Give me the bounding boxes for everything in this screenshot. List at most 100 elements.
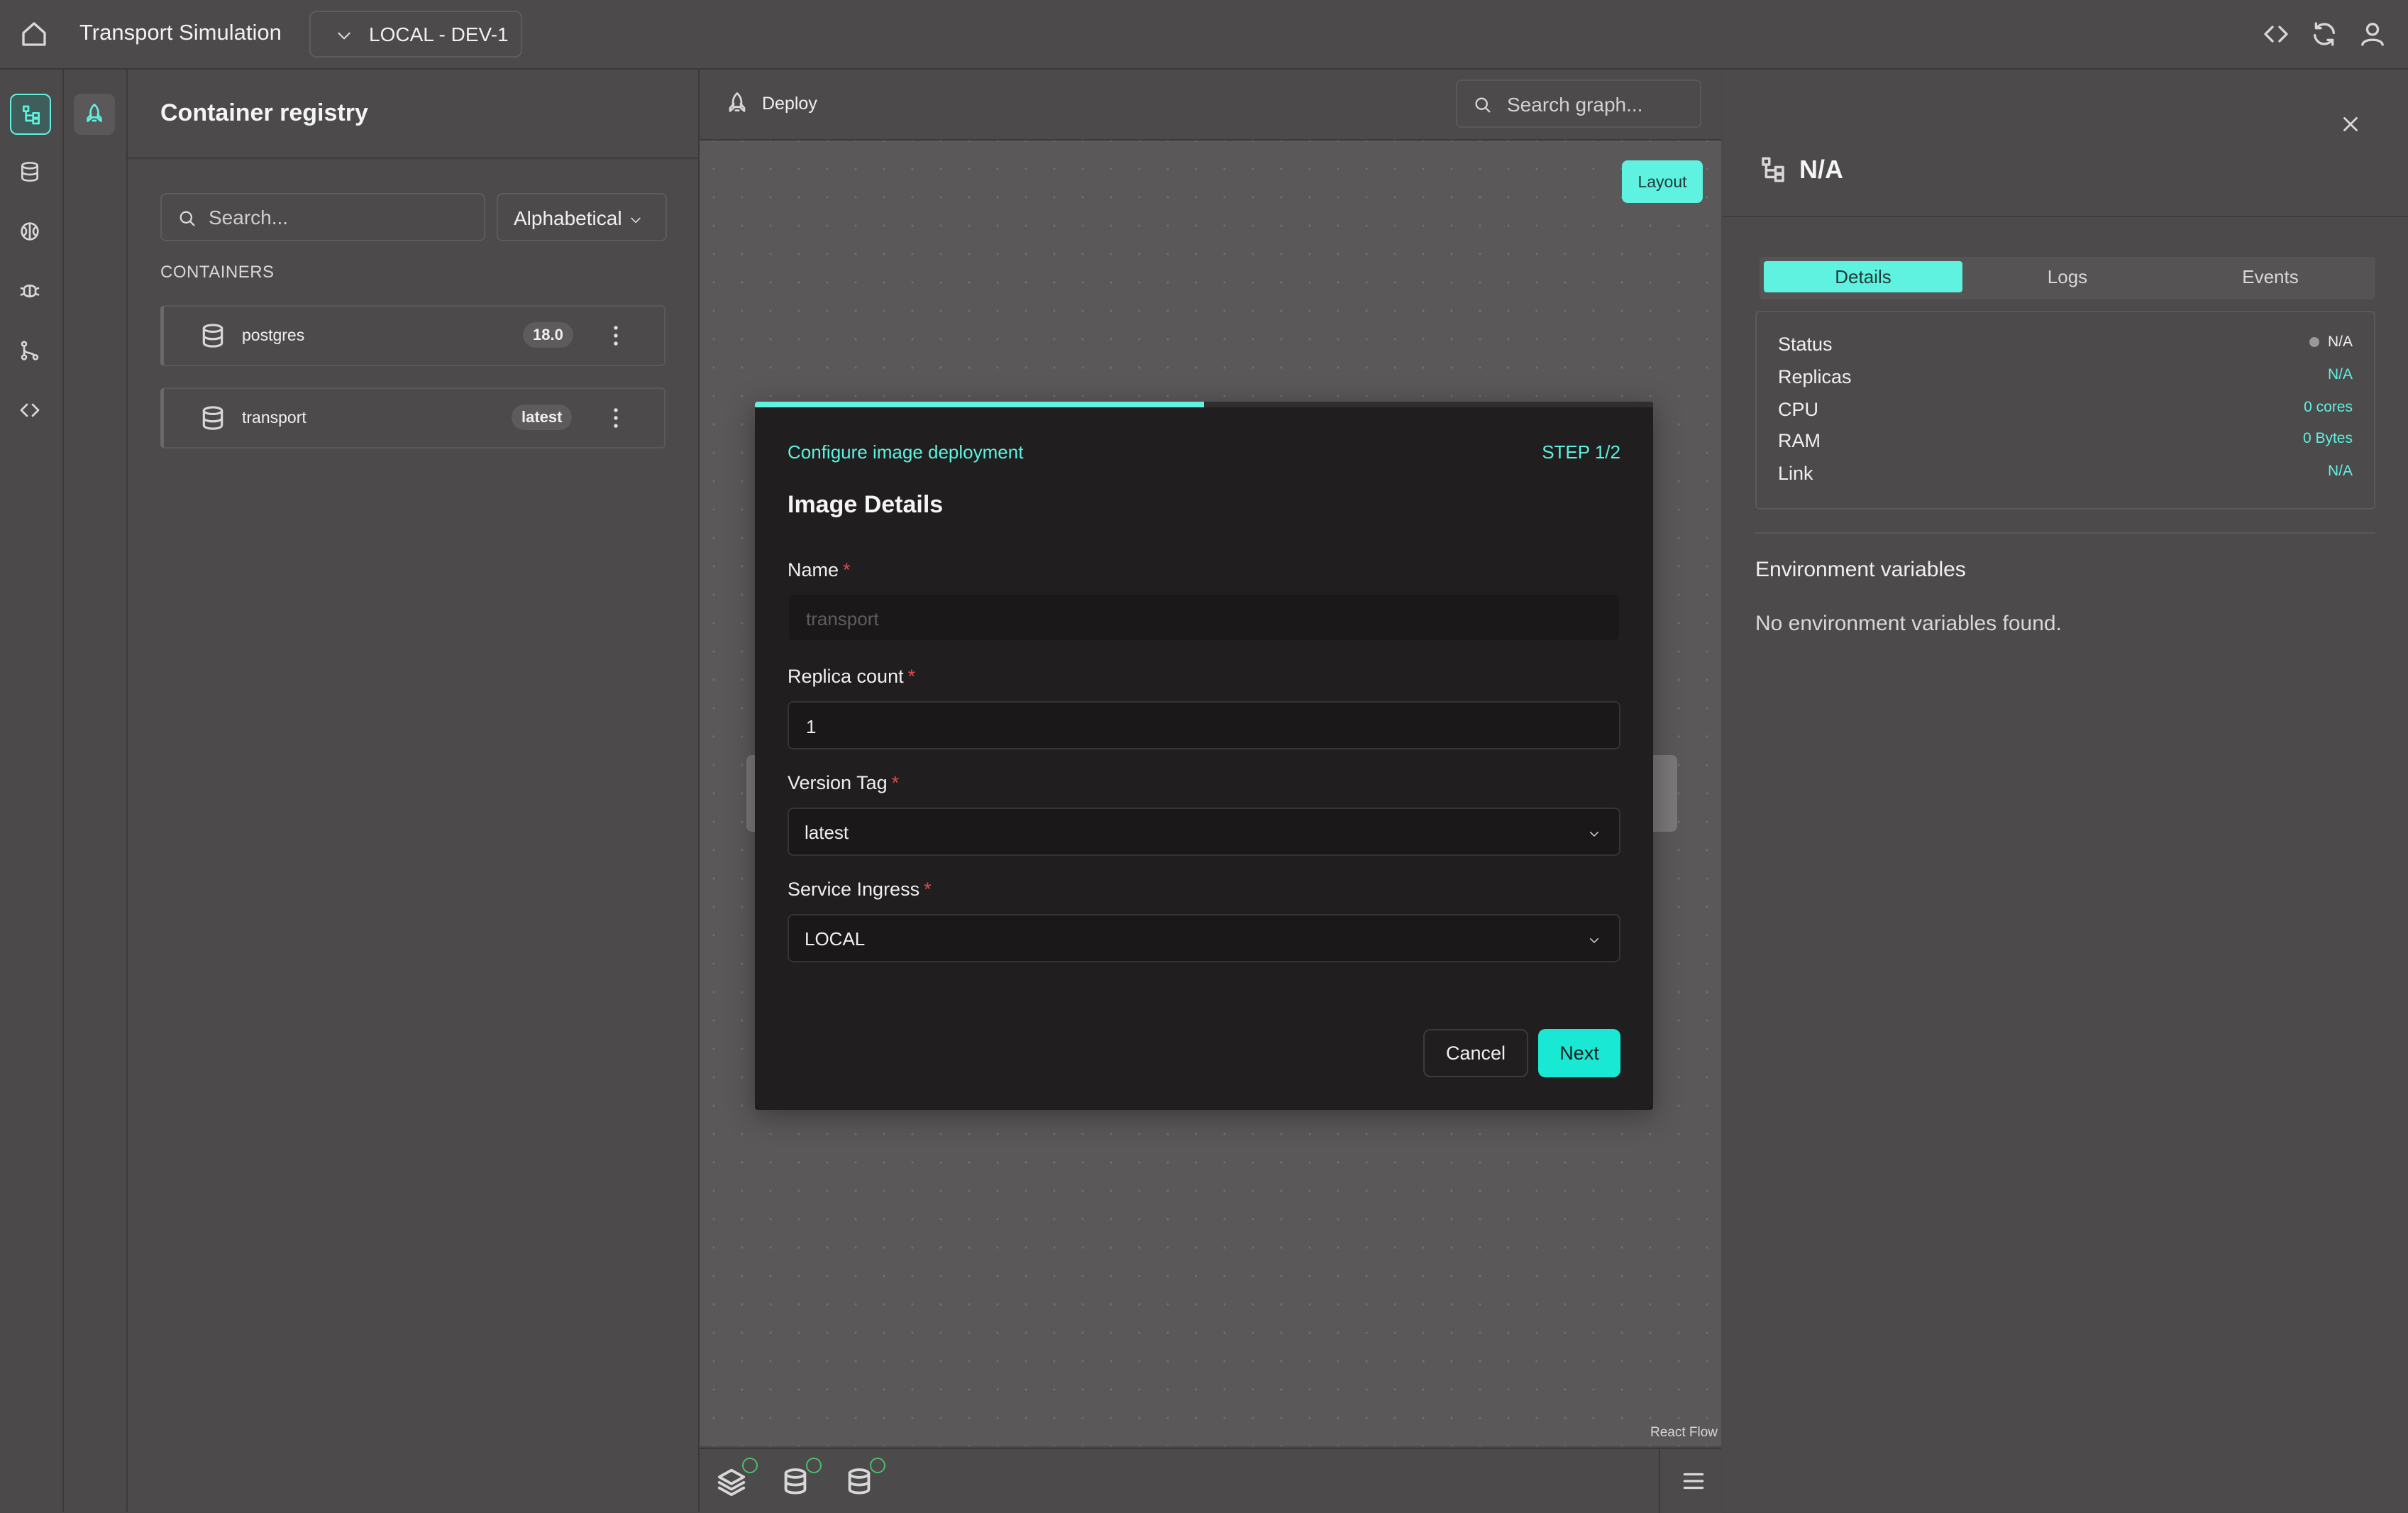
version-tag-value: latest [805, 822, 849, 843]
container-name: postgres [242, 326, 305, 344]
divider [1755, 532, 2375, 534]
status-value: N/A [2309, 334, 2353, 351]
app-title: Transport Simulation [79, 20, 282, 45]
nav-code[interactable] [10, 390, 51, 431]
registry-search-field[interactable] [160, 193, 485, 241]
divider [128, 158, 698, 159]
sort-select[interactable]: Alphabetical [497, 193, 667, 241]
database-status[interactable] [779, 1458, 822, 1497]
tab-logs[interactable]: Logs [1968, 261, 2167, 292]
env-vars-title: Environment variables [1755, 558, 1966, 581]
top-bar: Transport Simulation LOCAL - DEV-1 [0, 0, 2408, 70]
code-icon [18, 399, 41, 422]
graph-search-input[interactable] [1506, 92, 1693, 118]
canvas-bottom-bar [700, 1448, 1721, 1513]
more-options-icon[interactable] [602, 322, 629, 349]
container-name: transport [242, 408, 306, 427]
replicas-value: N/A [2327, 366, 2353, 383]
divider [1723, 216, 2408, 217]
service-ingress-select[interactable]: LOCAL [788, 914, 1620, 962]
nav-branch[interactable] [10, 331, 51, 372]
bug-icon [18, 280, 41, 302]
step-indicator: STEP 1/2 [1542, 441, 1620, 463]
close-icon[interactable] [2338, 112, 2363, 136]
link-label: Link [1778, 463, 1813, 484]
environment-selector[interactable]: LOCAL - DEV-1 [309, 11, 522, 57]
nav-brain[interactable] [10, 211, 51, 253]
divider [1659, 1449, 1660, 1513]
search-icon [177, 209, 197, 229]
chevron-down-icon [335, 26, 353, 45]
menu-icon[interactable] [1680, 1468, 1707, 1495]
status-text: N/A [2327, 334, 2353, 350]
code-icon[interactable] [2262, 20, 2290, 48]
tab-details[interactable]: Details [1764, 261, 1962, 292]
status-label: Status [1778, 334, 1833, 355]
details-panel: N/A Details Logs Events Status N/A Repli… [1723, 70, 2408, 1512]
link-value[interactable]: N/A [2328, 463, 2353, 480]
chevron-down-icon [1588, 934, 1601, 947]
containers-section-label: CONTAINERS [160, 263, 275, 282]
rocket-icon[interactable] [725, 91, 749, 115]
primary-nav-rail [0, 70, 64, 1512]
version-tag-label: Version Tag * [788, 772, 900, 793]
check-icon [870, 1458, 885, 1473]
database-icon [18, 160, 41, 183]
container-item-transport[interactable]: transport latest [160, 387, 665, 449]
env-vars-empty-message: No environment variables found. [1755, 612, 2062, 635]
service-ingress-label: Service Ingress * [788, 879, 932, 900]
canvas-toolbar: Deploy [700, 70, 1721, 141]
details-tabs: Details Logs Events [1760, 257, 2375, 299]
next-button[interactable]: Next [1538, 1029, 1620, 1077]
react-flow-attribution[interactable]: React Flow [1650, 1425, 1718, 1441]
name-label: Name * [788, 559, 851, 581]
dialog-eyebrow: Configure image deployment [788, 441, 1024, 463]
version-badge: 18.0 [523, 322, 573, 348]
step-progress-fill [755, 402, 1204, 407]
chevron-down-icon [1588, 827, 1601, 840]
home-icon[interactable] [20, 20, 48, 48]
deploy-label[interactable]: Deploy [762, 94, 817, 114]
graph-icon [20, 104, 43, 126]
cpu-label: CPU [1778, 399, 1819, 420]
graph-search-field[interactable] [1456, 79, 1701, 128]
secondary-nav-rail [64, 70, 128, 1512]
container-item-postgres[interactable]: postgres 18.0 [160, 305, 665, 366]
branch-icon [18, 339, 41, 362]
nav-database[interactable] [10, 152, 51, 193]
graph-icon [1758, 155, 1788, 185]
chevron-down-icon [629, 213, 643, 227]
name-input[interactable] [805, 606, 1588, 632]
rocket-icon [83, 102, 106, 125]
refresh-icon[interactable] [2310, 20, 2338, 48]
check-icon [806, 1458, 822, 1473]
layers-status[interactable] [715, 1458, 758, 1497]
replicas-label: Replicas [1778, 366, 1852, 387]
user-icon[interactable] [2358, 20, 2387, 48]
search-icon [1473, 95, 1493, 115]
registry-title: Container registry [160, 99, 368, 126]
status-dot [2309, 337, 2319, 348]
dialog-title: Image Details [788, 491, 944, 518]
brain-icon [18, 220, 41, 243]
replica-count-field[interactable] [788, 701, 1620, 749]
version-badge: latest [512, 405, 573, 430]
more-options-icon[interactable] [602, 405, 629, 431]
name-field[interactable] [788, 593, 1620, 642]
version-tag-select[interactable]: latest [788, 808, 1620, 856]
cancel-button[interactable]: Cancel [1423, 1029, 1528, 1077]
nav-graph[interactable] [10, 94, 51, 135]
registry-search-input[interactable] [207, 204, 480, 231]
environment-label: LOCAL - DEV-1 [369, 23, 509, 45]
status-summary: Status N/A Replicas N/A CPU 0 cores RAM … [1755, 311, 2375, 510]
database-icon [199, 405, 226, 431]
nav-bug[interactable] [10, 271, 51, 312]
nav-deploy[interactable] [74, 94, 115, 135]
layout-button[interactable]: Layout [1622, 160, 1703, 203]
tab-events[interactable]: Events [2171, 261, 2370, 292]
replica-count-label: Replica count * [788, 666, 916, 687]
database-status[interactable] [843, 1458, 885, 1497]
configure-deployment-dialog: Configure image deployment STEP 1/2 Imag… [755, 402, 1653, 1110]
ram-label: RAM [1778, 430, 1821, 451]
replica-count-input[interactable] [805, 714, 1588, 739]
